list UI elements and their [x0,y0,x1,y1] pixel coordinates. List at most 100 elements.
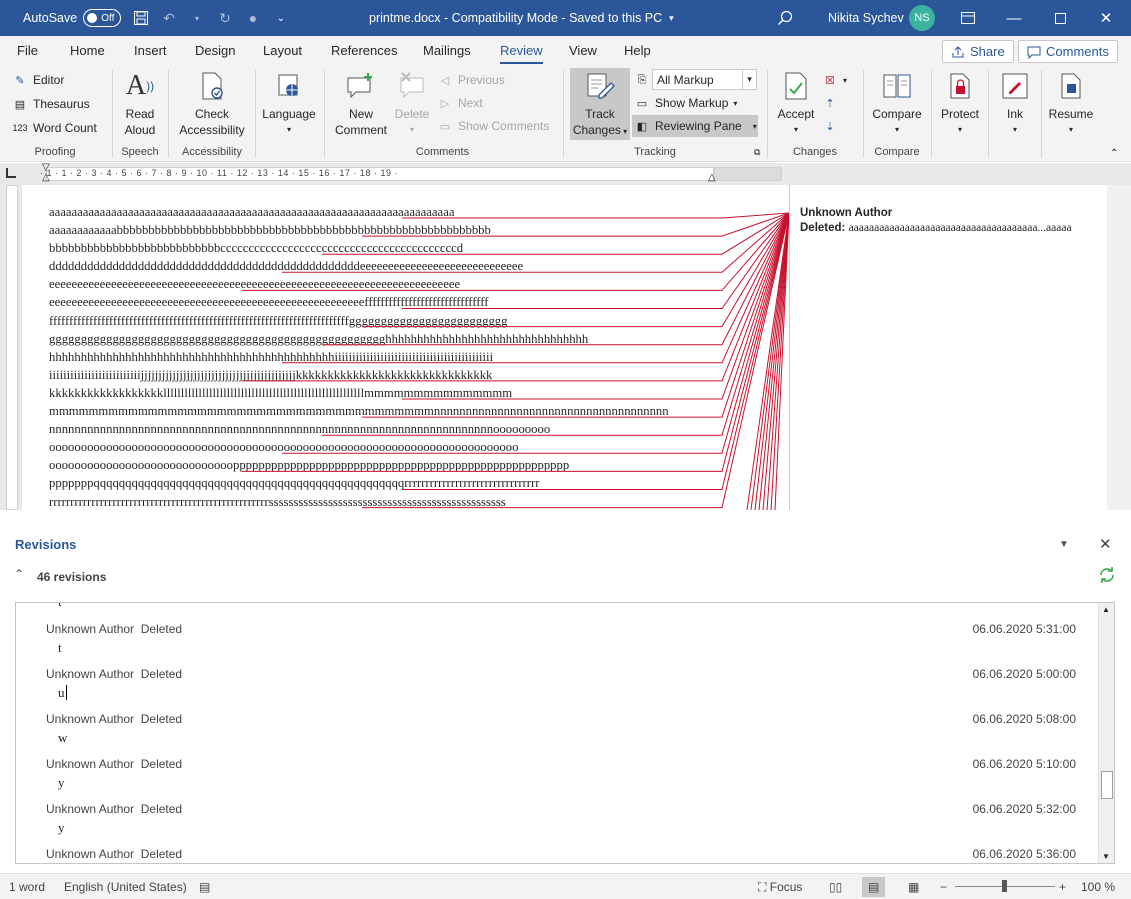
revisions-count: 46 revisions [37,570,107,584]
tab-layout[interactable]: Layout [263,43,302,58]
revisions-scrollbar[interactable]: ▲ ▼ [1098,603,1114,863]
reject-button[interactable]: ☒ ▾ [822,69,847,91]
redo-icon[interactable]: ↻ [216,9,234,27]
revision-text[interactable]: t [58,640,62,656]
maximize-icon[interactable] [1037,0,1083,36]
revision-balloon[interactable]: Unknown Author Deleted: aaaaaaaaaaaaaaaa… [800,206,1100,236]
show-markup-button[interactable]: ▭ Show Markup ▾ [634,92,738,114]
read-aloud-button[interactable]: A)) Read Aloud [118,70,162,138]
list-item[interactable]: Unknown Author Deleted 06.06.2020 5:36:0… [46,847,1076,863]
revisions-list[interactable]: t Unknown Author Deleted 06.06.2020 5:31… [15,602,1115,864]
revision-text[interactable]: w [58,730,67,746]
autosave-toggle[interactable]: Off [83,9,122,27]
scroll-thumb[interactable] [1101,771,1113,799]
tab-review[interactable]: Review [500,43,543,64]
collapse-ribbon-icon[interactable]: ⌃ [1110,148,1118,159]
next-comment-button[interactable]: ▷ Next [437,92,483,114]
vertical-ruler[interactable] [0,185,22,510]
accept-button[interactable]: Accept ▾ [774,70,818,138]
compare-button[interactable]: Compare ▾ [868,70,926,138]
search-icon[interactable] [777,0,793,36]
display-for-review-select[interactable]: All Markup ▾ [652,69,757,90]
zoom-in-icon[interactable]: + [1059,880,1066,894]
check-accessibility-button[interactable]: Check Accessibility [174,70,250,138]
previous-change-button[interactable]: ⇡ [822,92,838,114]
web-layout-icon[interactable]: ▦ [908,880,919,894]
document-scrollbar[interactable] [1107,185,1131,510]
refresh-icon[interactable] [1098,566,1116,587]
next-icon: ▷ [440,97,450,110]
ribbon-display-icon[interactable] [945,0,991,36]
share-button[interactable]: Share [942,40,1014,63]
word-count-button[interactable]: 123 Word Count [12,117,96,139]
chevron-down-icon: ▾ [752,121,757,131]
word-count-status[interactable]: 1 word [9,880,45,894]
undo-icon[interactable]: ↶ [160,9,178,27]
indent-marker-icon[interactable]: ▽ △ [42,163,50,183]
touch-mode-icon[interactable]: ● [244,9,262,27]
document-title[interactable]: printme.docx - Compatibility Mode - Save… [369,0,674,36]
tab-design[interactable]: Design [195,43,235,58]
list-item[interactable]: Unknown Author Deleted 06.06.2020 5:32:0… [46,802,1076,847]
scroll-down-icon[interactable]: ▼ [1102,852,1110,861]
group-separator [931,70,932,158]
ink-button[interactable]: Ink ▾ [995,70,1035,138]
resume-button[interactable]: Resume ▾ [1046,70,1096,138]
reviewing-pane-button[interactable]: ◧ Reviewing Pane ▾ [632,115,758,137]
list-item[interactable]: Unknown Author Deleted 06.06.2020 5:10:0… [46,757,1076,802]
track-changes-button[interactable]: Track Changes ▾ [570,68,630,140]
tab-file[interactable]: File [17,43,38,58]
delete-comment-button[interactable]: Delete ▾ [392,70,432,138]
tab-help[interactable]: Help [624,43,651,58]
chevron-down-icon: ▾ [894,125,899,134]
comments-button[interactable]: Comments [1018,40,1118,63]
read-mode-icon[interactable]: ▯▯ [829,880,842,894]
tracking-options-launcher-icon[interactable]: ⧉ [754,147,760,158]
tab-mailings[interactable]: Mailings [423,43,471,58]
list-item[interactable]: Unknown Author Deleted 06.06.2020 5:08:0… [46,712,1076,757]
next-change-button[interactable]: ⇣ [822,115,838,137]
previous-comment-button[interactable]: ◁ Previous [437,69,505,91]
show-comments-button[interactable]: ▭ Show Comments [437,115,550,137]
protect-button[interactable]: Protect ▾ [937,70,983,138]
tab-selector-icon[interactable] [6,168,16,178]
customize-qat-icon[interactable]: ⌄ [272,9,290,27]
document-page[interactable]: aaaaaaaaaaaaaaaaaaaaaaaaaaaaaaaaaaaaaaaa… [22,185,1107,510]
group-separator [767,70,768,158]
collapse-icon[interactable]: ⌃ [14,567,24,581]
zoom-level[interactable]: 100 % [1081,880,1115,894]
thesaurus-button[interactable]: ▤ Thesaurus [12,93,90,115]
avatar[interactable]: NS [909,5,935,31]
editor-button[interactable]: ✎ Editor [12,69,64,91]
zoom-slider-thumb[interactable] [1002,880,1007,892]
close-icon[interactable]: ✕ [1083,0,1129,36]
tab-references[interactable]: References [331,43,397,58]
autosave[interactable]: AutoSave Off [23,0,122,36]
print-layout-icon[interactable]: ▤ [862,877,886,897]
resume-icon [1055,70,1087,102]
focus-mode-button[interactable]: ⛶ Focus [758,880,802,895]
new-comment-button[interactable]: New Comment [330,70,392,138]
save-icon[interactable] [132,9,150,27]
balloon-label: Deleted: [800,222,846,234]
language-status[interactable]: English (United States) [64,880,187,894]
tab-home[interactable]: Home [70,43,105,58]
zoom-out-icon[interactable]: − [940,880,947,894]
list-item[interactable]: Unknown Author Deleted 06.06.2020 5:31:0… [46,622,1076,667]
right-indent-marker-icon[interactable]: △ [708,172,716,183]
user-name[interactable]: Nikita Sychev [828,0,904,36]
revision-text[interactable]: y [58,820,65,836]
scroll-up-icon[interactable]: ▲ [1102,605,1110,614]
pane-options-icon[interactable]: ▼ [1059,539,1069,550]
revision-text-wrap[interactable]: u [58,685,67,701]
accessibility-status-icon[interactable]: ▤ [199,880,210,894]
tab-view[interactable]: View [569,43,597,58]
horizontal-ruler[interactable]: · 1 · 1 · 2 · 3 · 4 · 5 · 6 · 7 · 8 · 9 … [0,163,1131,185]
minimize-icon[interactable]: — [991,0,1037,36]
list-item[interactable]: Unknown Author Deleted 06.06.2020 5:00:0… [46,667,1076,712]
language-button[interactable]: Language ▾ [260,70,318,138]
undo-dropdown-icon[interactable]: ▾ [188,9,206,27]
tab-insert[interactable]: Insert [134,43,167,58]
revision-text[interactable]: y [58,775,65,791]
close-pane-icon[interactable]: ✕ [1099,535,1112,553]
